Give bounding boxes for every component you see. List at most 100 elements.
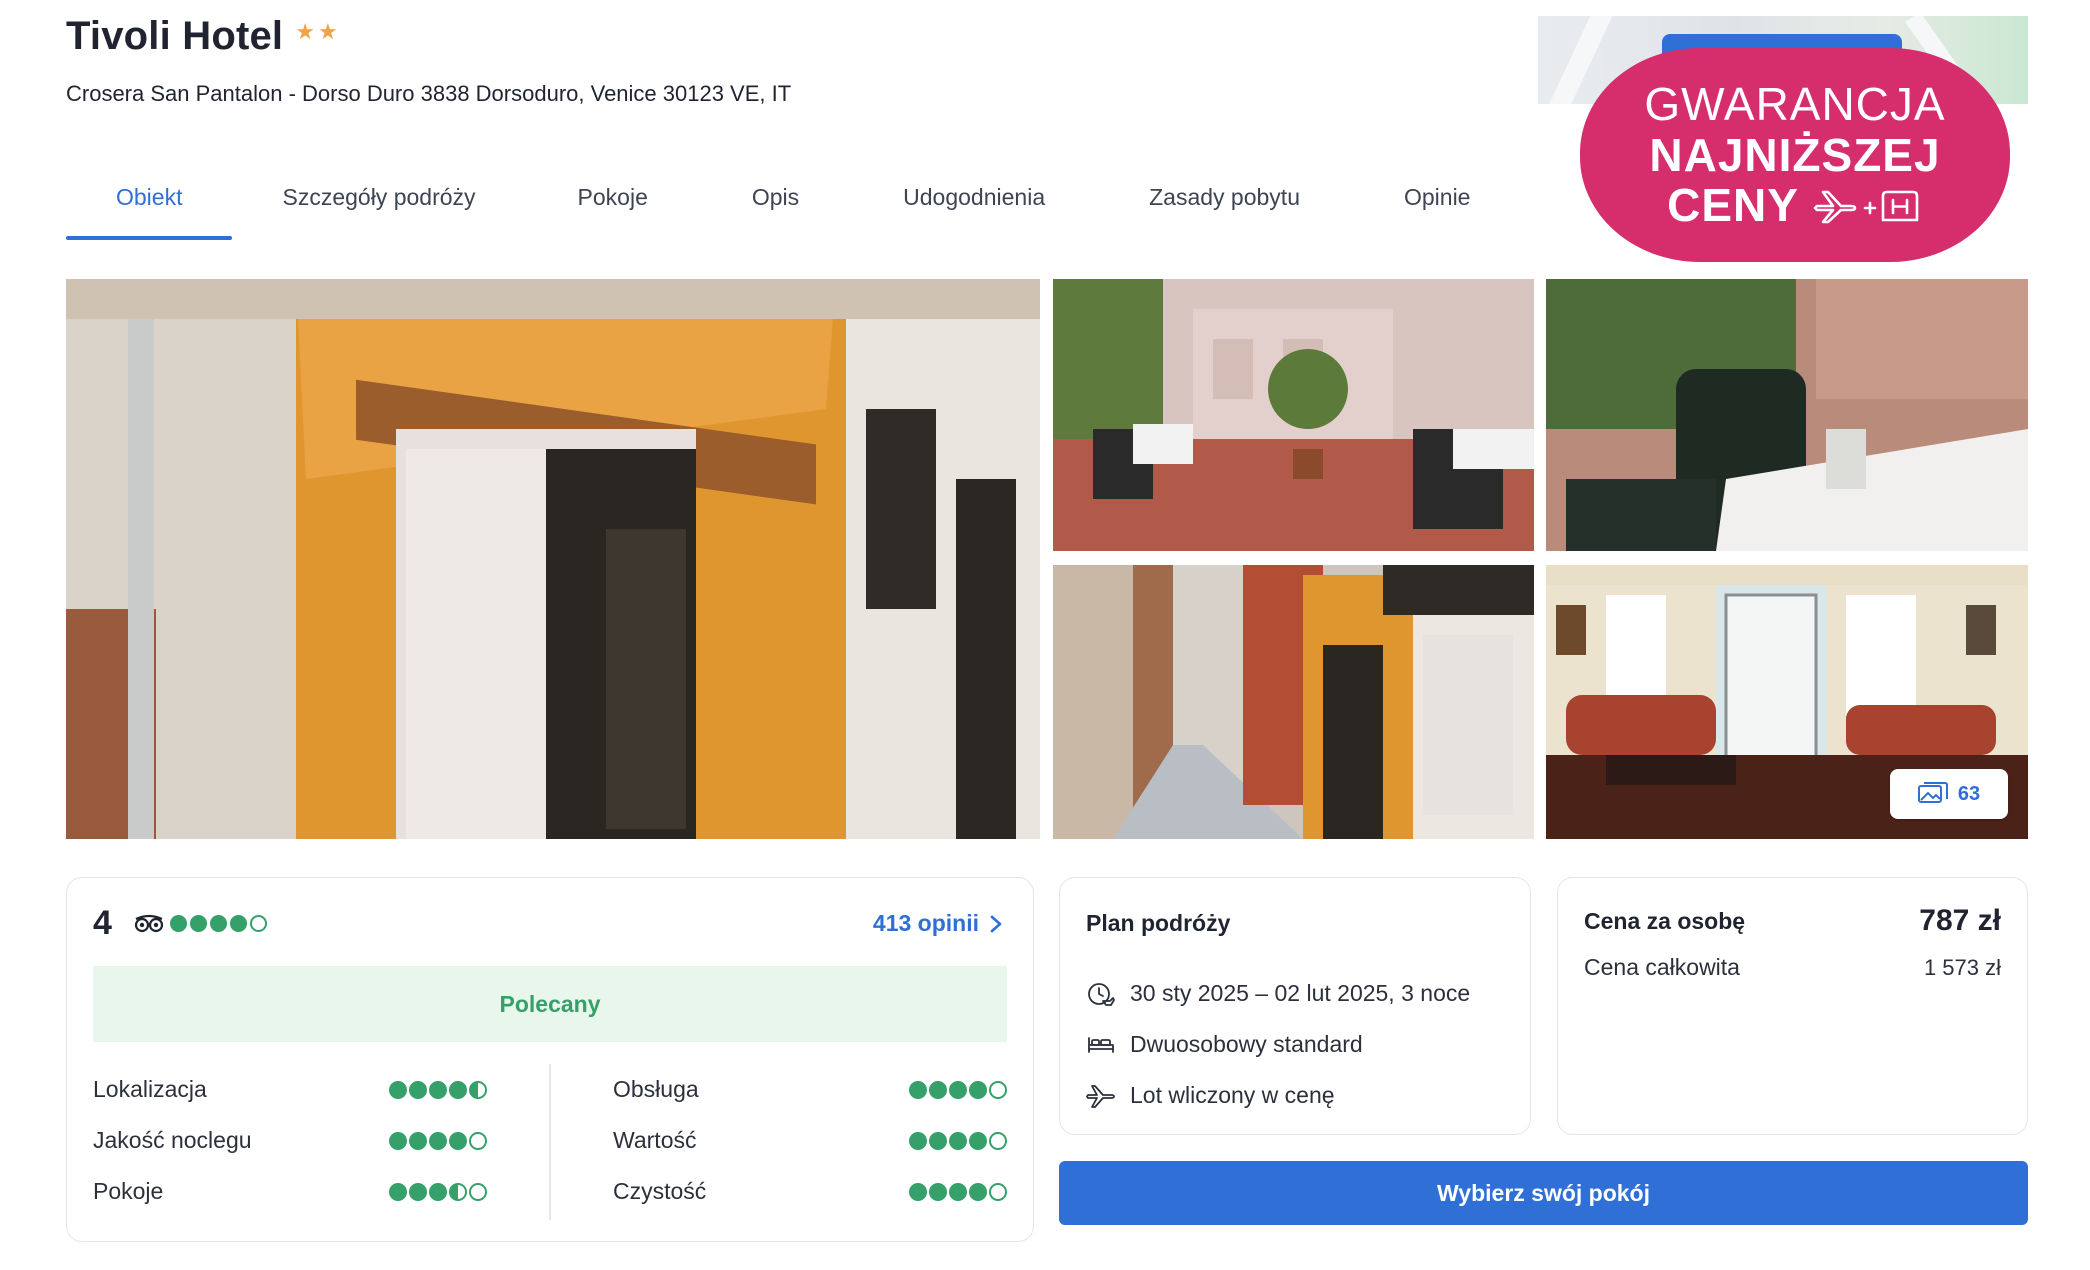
calendar-plane-icon	[1088, 982, 1115, 1006]
sub-rating-label: Lokalizacja	[93, 1076, 207, 1102]
star-icon: ★	[295, 18, 315, 44]
price-per-person-label: Cena za osobę	[1584, 907, 1746, 934]
sub-rating-row: Jakość noclegu	[93, 1115, 487, 1166]
sub-ratings-left: Lokalizacja Jakość noclegu Pokoje	[93, 1064, 487, 1217]
photos-icon	[1917, 782, 1948, 803]
tab-udogodnienia[interactable]: Udogodnienia	[851, 160, 1097, 240]
sub-ratings: Lokalizacja Jakość noclegu Pokoje Obsług…	[93, 1064, 1007, 1224]
tab-pokoje[interactable]: Pokoje	[526, 160, 700, 240]
sub-ratings-right: Obsługa Wartość Czystość	[613, 1064, 1007, 1217]
trip-dates: 30 sty 2025 – 02 lut 2025, 3 noce	[1130, 980, 1471, 1006]
rating-dot	[929, 1080, 947, 1099]
rating-dot	[969, 1080, 987, 1099]
reviews-link[interactable]: 413 opinii	[873, 910, 1003, 937]
rating-dot	[469, 1182, 487, 1201]
rating-dot	[389, 1182, 407, 1201]
rating-dot	[389, 1080, 407, 1099]
rating-dot	[189, 915, 207, 932]
rating-dot	[469, 1080, 487, 1099]
recommended-banner: Polecany	[93, 966, 1007, 1042]
trip-plan-title: Plan podróży	[1086, 910, 1231, 936]
badge-line-3-row: CENY	[1667, 180, 1923, 231]
rating-dot	[429, 1182, 447, 1201]
sub-rating-row: Obsługa	[613, 1064, 1007, 1115]
sub-ratings-divider	[549, 1064, 551, 1220]
rating-dot	[949, 1131, 967, 1150]
tab-opinie[interactable]: Opinie	[1352, 160, 1490, 240]
price-card: Cena za osobę 787 zł Cena całkowita 1 57…	[1557, 877, 2028, 1135]
rating-dot	[409, 1131, 427, 1150]
sub-rating-row: Czystość	[613, 1166, 1007, 1217]
sub-rating-dots	[909, 1080, 1007, 1099]
rating-dot	[929, 1182, 947, 1201]
rating-score: 4	[93, 904, 112, 942]
rating-dot	[409, 1080, 427, 1099]
price-total-value: 1 573 zł	[1923, 954, 2001, 980]
rating-card: 4 413 opinii Polecany Lokalizacja Jakość…	[66, 877, 1034, 1242]
photo-alley[interactable]	[1053, 565, 1534, 839]
rating-dot	[409, 1182, 427, 1201]
sub-rating-dots	[909, 1182, 1007, 1201]
tab-opis[interactable]: Opis	[700, 160, 851, 240]
photo-main-facade[interactable]	[66, 279, 1040, 839]
sub-rating-dots	[389, 1080, 487, 1099]
score-row: 4	[93, 904, 267, 943]
rating-dot	[429, 1131, 447, 1150]
price-total-label: Cena całkowita	[1584, 954, 1740, 980]
rating-dot	[449, 1131, 467, 1150]
rating-dot	[169, 915, 187, 932]
chevron-right-icon	[990, 915, 1002, 932]
flight-included: Lot wliczony w cenę	[1130, 1082, 1335, 1108]
sub-rating-row: Lokalizacja	[93, 1064, 487, 1115]
rating-dots	[169, 915, 267, 932]
sub-rating-label: Pokoje	[93, 1178, 164, 1204]
sub-rating-label: Wartość	[613, 1127, 697, 1153]
trip-plan-item: 30 sty 2025 – 02 lut 2025, 3 noce	[1086, 968, 1470, 1019]
hotel-stars: ★ ★	[295, 18, 338, 44]
choose-room-button[interactable]: Wybierz swój pokój	[1059, 1161, 2028, 1225]
photo-count-button[interactable]: 63	[1890, 769, 2008, 819]
plane-plus-hotel-icon	[1813, 190, 1919, 223]
rating-dot	[989, 1182, 1007, 1201]
rating-dot	[449, 1080, 467, 1099]
price-per-person-value: 787 zł	[1919, 904, 2001, 937]
rating-dot	[909, 1080, 927, 1099]
trip-plan-items: 30 sty 2025 – 02 lut 2025, 3 noce Dwuoso…	[1086, 968, 1470, 1121]
rating-dot	[949, 1080, 967, 1099]
tab-zasady-pobytu[interactable]: Zasady pobytu	[1097, 160, 1352, 240]
rating-dot	[449, 1182, 467, 1201]
photo-courtyard[interactable]	[1053, 279, 1534, 551]
rating-dot	[989, 1080, 1007, 1099]
star-icon: ★	[317, 18, 338, 44]
rating-dot	[909, 1131, 927, 1150]
rating-dot	[949, 1182, 967, 1201]
sub-rating-dots	[389, 1131, 487, 1150]
rating-dot	[209, 915, 227, 932]
rating-dot	[249, 915, 267, 932]
price-per-person-row: Cena za osobę 787 zł	[1584, 904, 2001, 938]
room-type: Dwuosobowy standard	[1130, 1031, 1363, 1057]
tab-obiekt[interactable]: Obiekt	[66, 160, 233, 240]
badge-line-2: NAJNIŻSZEJ	[1649, 128, 1941, 181]
title-row: Tivoli Hotel ★ ★	[66, 14, 791, 59]
price-total-row: Cena całkowita 1 573 zł	[1584, 954, 2001, 981]
photo-count: 63	[1957, 782, 1981, 805]
hotel-name: Tivoli Hotel	[66, 14, 284, 58]
sub-rating-label: Jakość noclegu	[93, 1127, 252, 1153]
rating-dot	[929, 1131, 947, 1150]
sub-rating-row: Pokoje	[93, 1166, 487, 1217]
hotel-address: Crosera San Pantalon - Dorso Duro 3838 D…	[66, 81, 792, 106]
trip-plan-card: Plan podróży 30 sty 2025 – 02 lut 2025, …	[1059, 877, 1531, 1135]
photo-table-detail[interactable]	[1546, 279, 2028, 551]
tab-szczegoly-podrozy[interactable]: Szczegóły podróży	[232, 160, 525, 240]
sub-rating-label: Czystość	[613, 1178, 707, 1204]
hotel-header: Tivoli Hotel ★ ★ Crosera San Pantalon - …	[66, 14, 791, 107]
rating-dot	[429, 1080, 447, 1099]
lowest-price-guarantee-badge: GWARANCJA NAJNIŻSZEJ CENY	[1580, 48, 2010, 262]
rating-dot	[989, 1131, 1007, 1150]
reviews-link-label: 413 opinii	[872, 910, 979, 936]
badge-line-1: GWARANCJA	[1644, 78, 1946, 131]
rating-dot	[969, 1182, 987, 1201]
tripadvisor-owl-icon	[134, 914, 164, 932]
rating-dot	[229, 915, 247, 932]
